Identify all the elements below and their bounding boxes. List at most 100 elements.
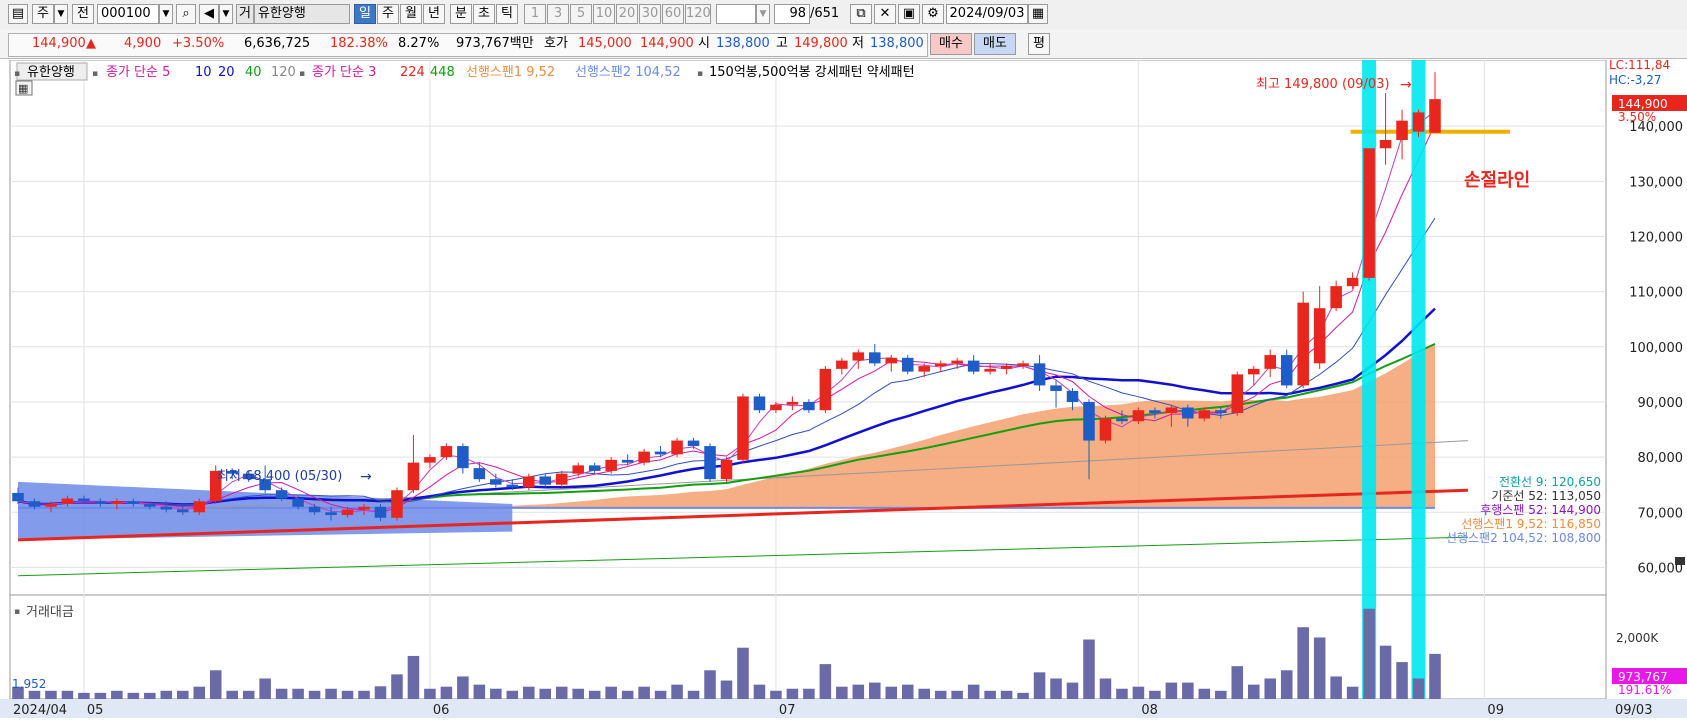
stock-name[interactable]: 유한양행	[254, 4, 350, 24]
volume-bar	[803, 688, 815, 699]
interval-20[interactable]: 20	[616, 4, 638, 24]
candle-body	[1247, 368, 1260, 375]
period-month[interactable]: 월	[400, 4, 422, 24]
interval-3[interactable]: 3	[547, 4, 569, 24]
volume-bar	[374, 686, 387, 699]
volume-bar	[1132, 686, 1145, 699]
custom-interval-input[interactable]	[716, 4, 756, 24]
volume-title: 거래대금	[26, 605, 74, 620]
jeon-button[interactable]: 전	[72, 4, 94, 24]
calendar-icon[interactable]: ▦	[1028, 4, 1048, 24]
candle-body	[1000, 366, 1013, 369]
candle-body	[1379, 139, 1392, 149]
indicator-icon[interactable]: ⧉	[850, 4, 872, 24]
volume-bar	[1297, 627, 1309, 699]
tools-icon[interactable]: ✕	[874, 4, 896, 24]
candle-body	[292, 498, 304, 507]
volume-bar	[572, 688, 584, 699]
candle-body	[1083, 401, 1095, 441]
buy-button[interactable]: 매수	[930, 33, 972, 55]
candle-body	[127, 501, 140, 504]
chart-area[interactable]: 60,000 70,000 80,000 90,000 100,000 110,000 12…	[0, 58, 1687, 718]
volume-bar	[358, 690, 370, 699]
interval-10[interactable]: 10	[593, 4, 615, 24]
legend-ma448: 448	[430, 65, 455, 80]
close-panel-icon[interactable]	[1675, 557, 1685, 565]
candle-body	[1132, 410, 1145, 422]
speaker-icon[interactable]: ◀	[199, 4, 219, 24]
legend-ma40: 40	[245, 65, 262, 80]
interval-5[interactable]: 5	[570, 4, 592, 24]
volume-bar	[852, 684, 865, 699]
volume-bar	[292, 688, 304, 699]
legend-ma224: 224	[400, 65, 425, 80]
volume-bar	[786, 688, 799, 699]
candle-body	[1297, 302, 1309, 386]
volume-bar	[209, 670, 222, 699]
legend-bullet-icon: ▪	[697, 69, 703, 79]
period-minute[interactable]: 분	[450, 4, 472, 24]
candle-body	[358, 506, 370, 510]
period-day[interactable]: 일	[354, 4, 376, 24]
period-tick[interactable]: 틱	[496, 4, 518, 24]
interval-30[interactable]: 30	[639, 4, 661, 24]
candle-body	[1149, 410, 1161, 413]
menu-icon[interactable]: ▤	[8, 4, 28, 24]
sell-button[interactable]: 매도	[974, 33, 1016, 55]
volume-bar	[1231, 666, 1244, 699]
y-tick-label: 90,000	[1638, 396, 1684, 411]
low-price: 138,800	[870, 36, 924, 51]
candle-body	[1066, 390, 1079, 402]
x-tick-label: 09	[1487, 703, 1504, 718]
candlestick-chart[interactable]: 60,00070,00080,00090,000100,000110,00012…	[0, 58, 1687, 718]
volume-bar	[440, 686, 453, 699]
interval-120[interactable]: 120	[685, 4, 711, 24]
volume-bar	[391, 674, 403, 699]
candle-body	[523, 476, 535, 488]
candle-body	[852, 352, 865, 361]
volume-bar	[671, 684, 683, 699]
hc-label: HC:-3,27	[1609, 73, 1662, 87]
legend-ma5: 종가 단순 5	[106, 65, 170, 80]
save-icon[interactable]: ▣	[898, 4, 920, 24]
candle-body	[737, 396, 749, 460]
candle-body	[473, 468, 486, 480]
count-input[interactable]: 98	[774, 4, 810, 24]
volume-bar	[127, 692, 140, 699]
interval-1[interactable]: 1	[524, 4, 546, 24]
candle-body	[308, 506, 321, 513]
date-input[interactable]: 2024/09/03	[946, 4, 1028, 24]
volume-bar	[111, 690, 123, 699]
candle-body	[1099, 418, 1112, 441]
candle-body	[1330, 286, 1342, 309]
candle-body	[78, 498, 90, 502]
candle-body	[1116, 418, 1128, 422]
gear-icon[interactable]: ⚙	[922, 4, 944, 24]
eval-button[interactable]: 평	[1028, 33, 1050, 55]
candle-body	[836, 360, 848, 369]
period-year[interactable]: 년	[423, 4, 445, 24]
trade-amount: 973,767백만	[456, 36, 534, 51]
speaker-dropdown-icon[interactable]: ▼	[219, 4, 233, 24]
volume-bar	[869, 682, 881, 699]
candle-body	[1280, 355, 1293, 386]
type-select[interactable]: 주	[32, 4, 54, 24]
chevron-down-icon[interactable]: ▼	[54, 4, 68, 24]
candle-body	[951, 360, 963, 364]
candle-body	[28, 501, 41, 507]
candle-body	[539, 476, 552, 485]
volume-bar	[1182, 682, 1194, 699]
interval-60[interactable]: 60	[662, 4, 684, 24]
candle-body	[918, 366, 930, 372]
volume-bar	[1215, 690, 1227, 699]
volume-bar	[770, 690, 782, 699]
search-icon[interactable]: ⌕	[176, 4, 196, 24]
volume-bar	[275, 688, 288, 699]
last-pct: 3.50%	[1618, 110, 1656, 124]
period-second[interactable]: 초	[473, 4, 495, 24]
code-dropdown-icon[interactable]: ▼	[159, 4, 173, 24]
custom-interval-dropdown-icon[interactable]: ▼	[756, 4, 770, 24]
period-week[interactable]: 주	[377, 4, 399, 24]
candle-body	[654, 451, 667, 455]
stock-code-input[interactable]: 000100	[97, 4, 159, 24]
